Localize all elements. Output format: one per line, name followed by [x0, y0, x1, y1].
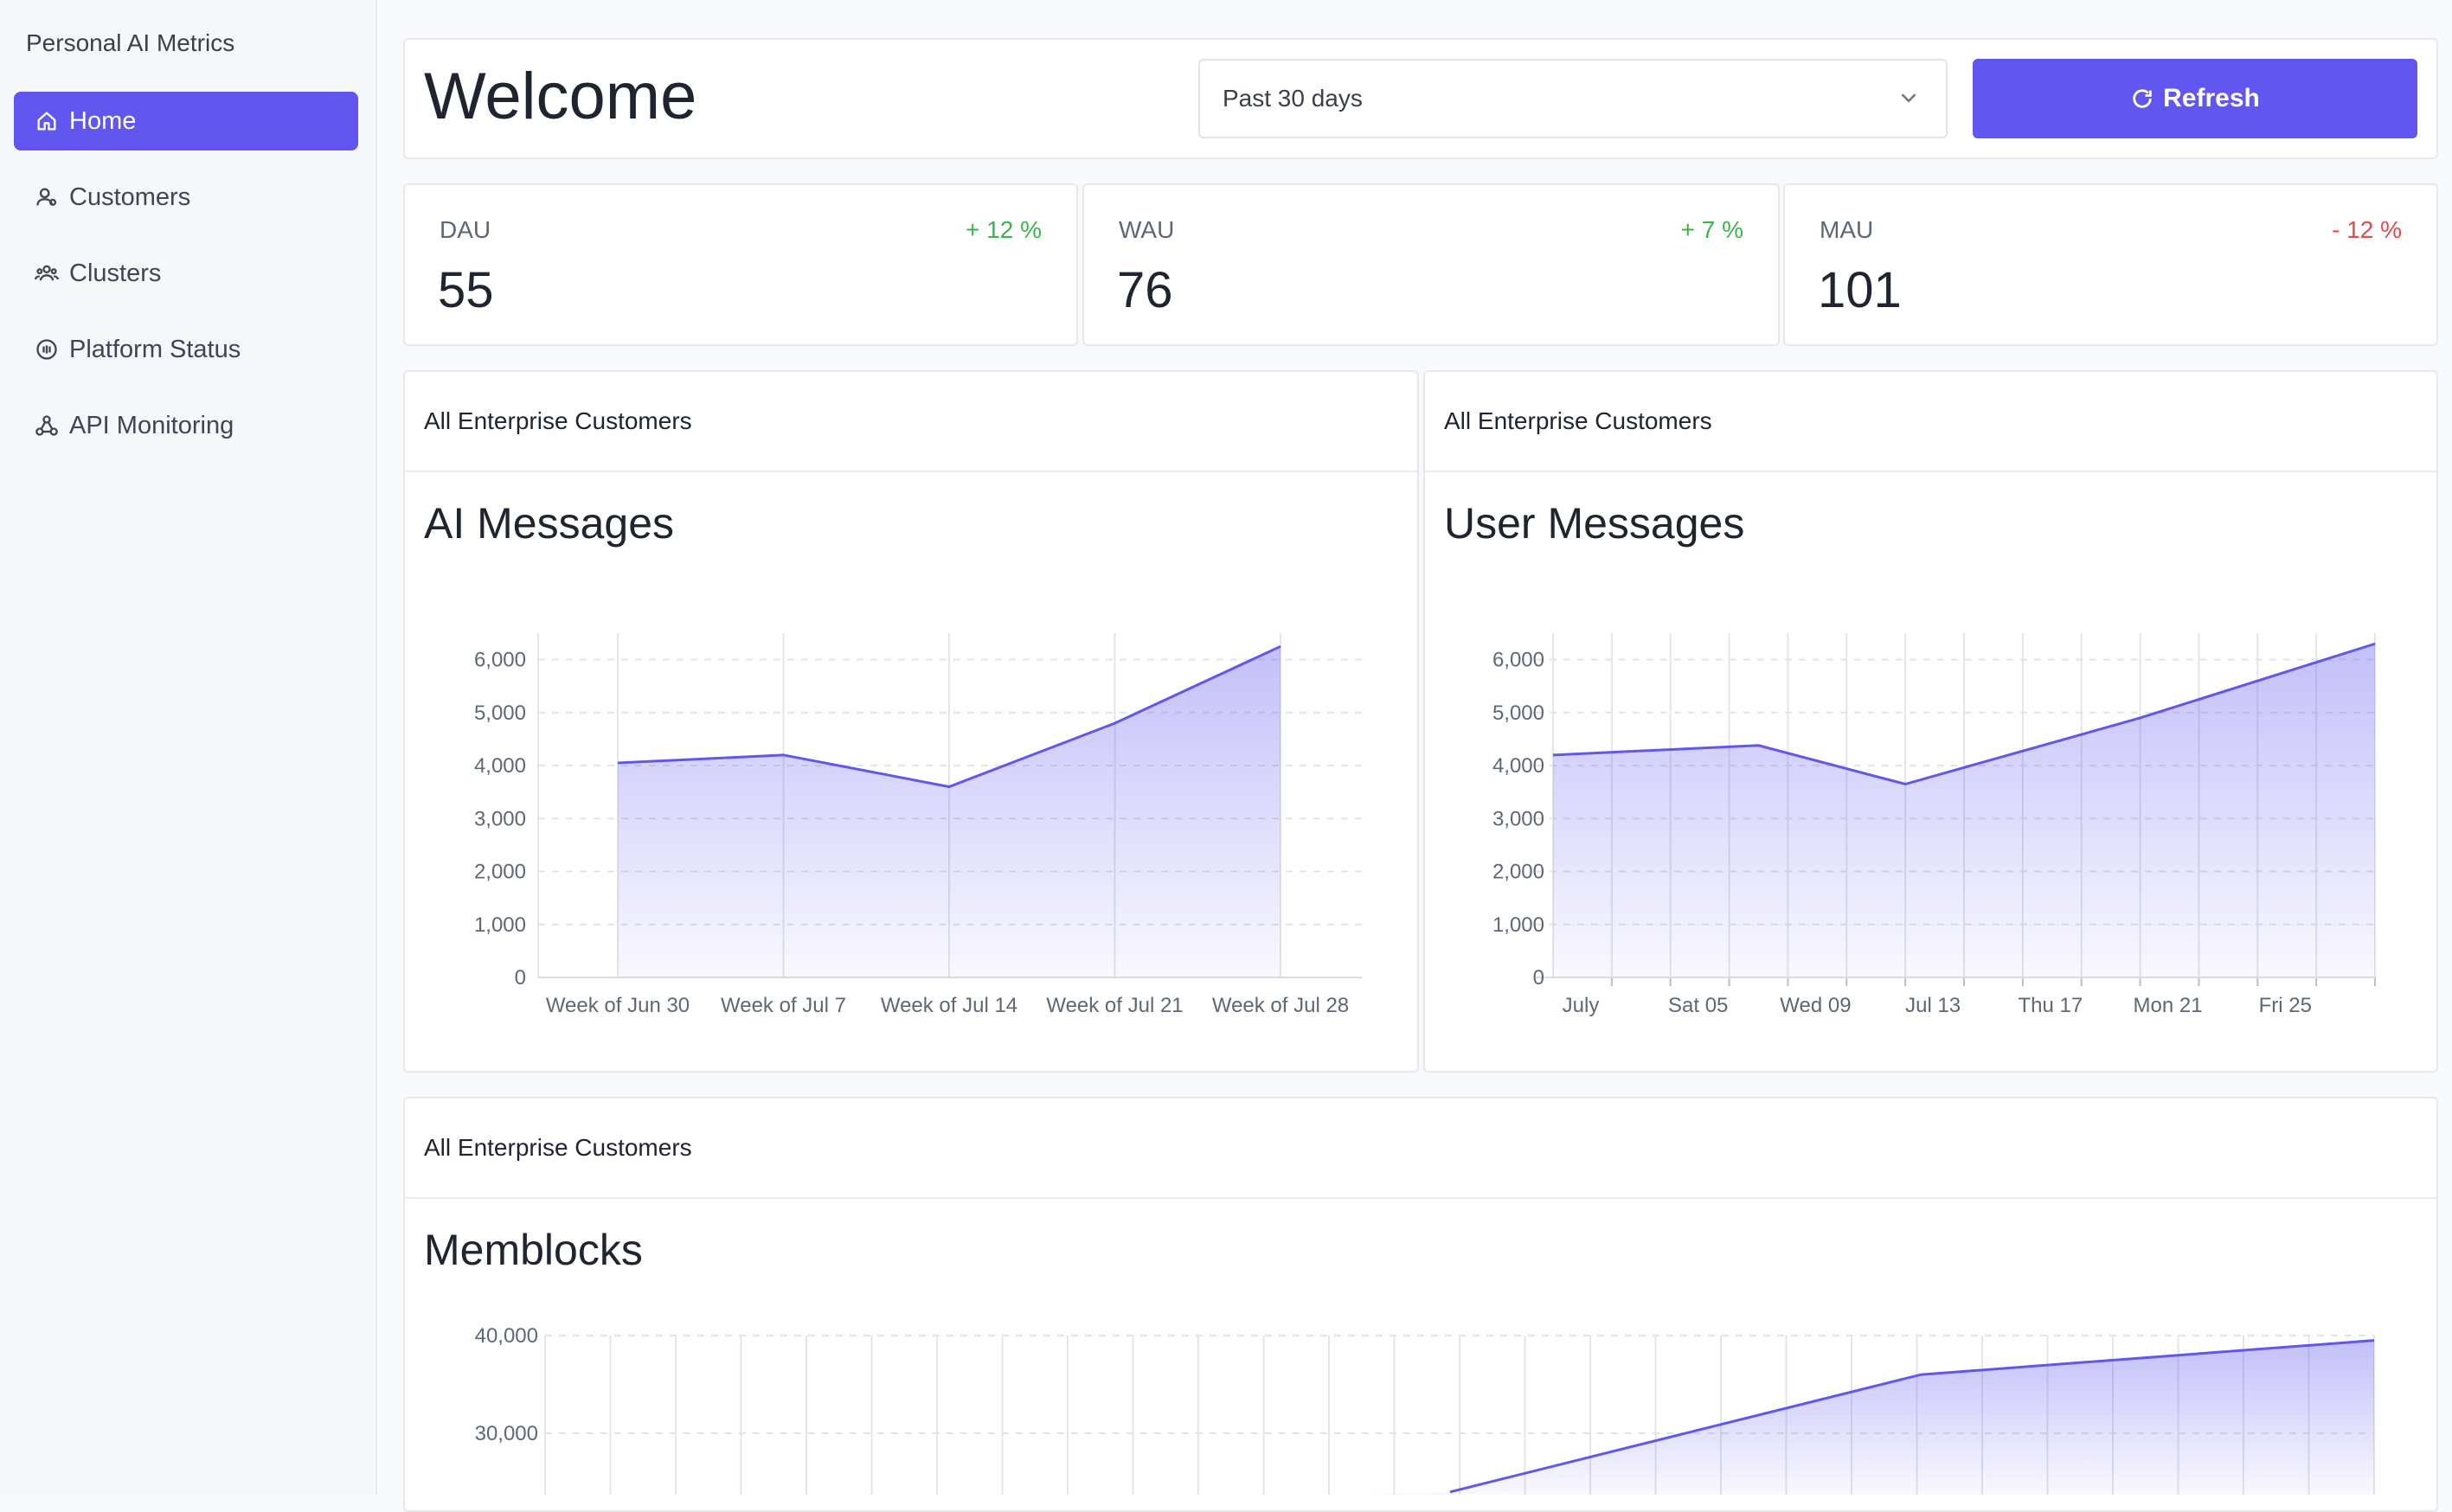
user-messages-chart: 0 1,000 2,000 3,000 4,000 5,000 6,000 July Sat 0…	[1492, 633, 2376, 1017]
metric-change: + 12 %	[966, 216, 1042, 243]
y-tick-label: 2,000	[474, 861, 526, 884]
period-select[interactable]: Past 30 days	[1198, 59, 1948, 138]
metric-change: - 12 %	[2332, 216, 2402, 243]
sidebar-item-api-monitoring[interactable]: API Monitoring	[14, 396, 358, 455]
refresh-button-label: Refresh	[2163, 84, 2260, 112]
y-tick-label: 30,000	[475, 1422, 538, 1445]
metric-value: 55	[438, 262, 494, 318]
x-tick-label: Fri 25	[2259, 994, 2312, 1017]
page-title: Welcome	[424, 60, 697, 133]
x-tick-label: Jul 13	[1905, 994, 1961, 1017]
sidebar-item-label: API Monitoring	[69, 411, 234, 439]
y-tick-label: 1,000	[1492, 913, 1544, 937]
series-area	[1364, 1340, 2374, 1495]
x-tick-label: Week of Jul 28	[1212, 994, 1349, 1017]
sidebar-item-customers[interactable]: Customers	[14, 168, 358, 227]
y-tick-label: 0	[1533, 966, 1544, 990]
sidebar-item-clusters[interactable]: Clusters	[14, 244, 358, 303]
ai-messages-chart: 0 1,000 2,000 3,000 4,000 5,000 6,000 Week of J…	[474, 633, 1362, 1017]
webhook-icon	[35, 415, 58, 436]
x-tick-label: Wed 09	[1780, 994, 1851, 1017]
y-tick-label: 3,000	[474, 807, 526, 830]
refresh-icon	[2133, 89, 2152, 108]
metric-label: MAU	[1820, 216, 1874, 243]
status-icon	[36, 339, 57, 360]
refresh-button[interactable]: Refresh	[1973, 59, 2417, 138]
x-tick-label: Sat 05	[1668, 994, 1728, 1017]
x-tick-label: July	[1563, 994, 1600, 1017]
customers-icon	[36, 188, 57, 206]
y-tick-label: 2,000	[1492, 861, 1544, 884]
sidebar-item-home[interactable]: Home	[14, 92, 358, 151]
chart-title: AI Messages	[424, 499, 675, 548]
sidebar-item-label: Platform Status	[69, 335, 241, 363]
period-select-value: Past 30 days	[1223, 85, 1363, 112]
chevron-down-icon	[1901, 93, 1916, 103]
y-tick-label: 3,000	[1492, 807, 1544, 830]
metric-label: DAU	[440, 216, 491, 243]
sidebar-item-label: Home	[69, 106, 137, 135]
metric-change: + 7 %	[1680, 216, 1743, 243]
y-tick-label: 1,000	[474, 913, 526, 937]
y-tick-label: 6,000	[474, 649, 526, 672]
y-tick-label: 40,000	[475, 1324, 538, 1348]
x-tick-label: Week of Jun 30	[546, 994, 690, 1017]
sidebar-item-label: Clusters	[69, 259, 162, 287]
metric-card-mau: MAU - 12 % 101	[1783, 183, 2438, 346]
metric-value: 76	[1117, 262, 1173, 318]
clusters-icon	[35, 265, 59, 281]
y-tick-label: 0	[515, 966, 526, 990]
y-tick-label: 4,000	[1492, 754, 1544, 778]
memblocks-chart: 30,000 40,000	[475, 1324, 2375, 1495]
sidebar-item-label: Customers	[69, 183, 191, 211]
metric-card-dau: DAU + 12 % 55	[403, 183, 1078, 346]
x-tick-label: Week of Jul 14	[881, 994, 1017, 1017]
chart-section-label: All Enterprise Customers	[405, 1099, 2436, 1199]
metric-label: WAU	[1119, 216, 1175, 243]
chart-title: User Messages	[1444, 499, 1745, 548]
chart-section-label: All Enterprise Customers	[405, 372, 1417, 472]
sidebar-item-platform-status[interactable]: Platform Status	[14, 320, 358, 379]
metric-value: 101	[1818, 262, 1902, 318]
metric-card-wau: WAU + 7 % 76	[1082, 183, 1780, 346]
x-tick-label: Week of Jul 7	[721, 994, 846, 1017]
home-icon	[37, 112, 56, 131]
chart-title: Memblocks	[424, 1226, 643, 1274]
sidebar: Personal AI Metrics Home Customers Clust…	[0, 0, 377, 1495]
y-tick-label: 5,000	[1492, 702, 1544, 725]
y-tick-label: 6,000	[1492, 649, 1544, 672]
x-tick-label: Week of Jul 21	[1046, 994, 1183, 1017]
y-tick-label: 4,000	[474, 754, 526, 778]
app-title: Personal AI Metrics	[26, 29, 235, 56]
x-tick-label: Thu 17	[2018, 994, 2083, 1017]
y-tick-label: 5,000	[474, 702, 526, 725]
chart-section-label: All Enterprise Customers	[1425, 372, 2436, 472]
x-tick-label: Mon 21	[2134, 994, 2203, 1017]
